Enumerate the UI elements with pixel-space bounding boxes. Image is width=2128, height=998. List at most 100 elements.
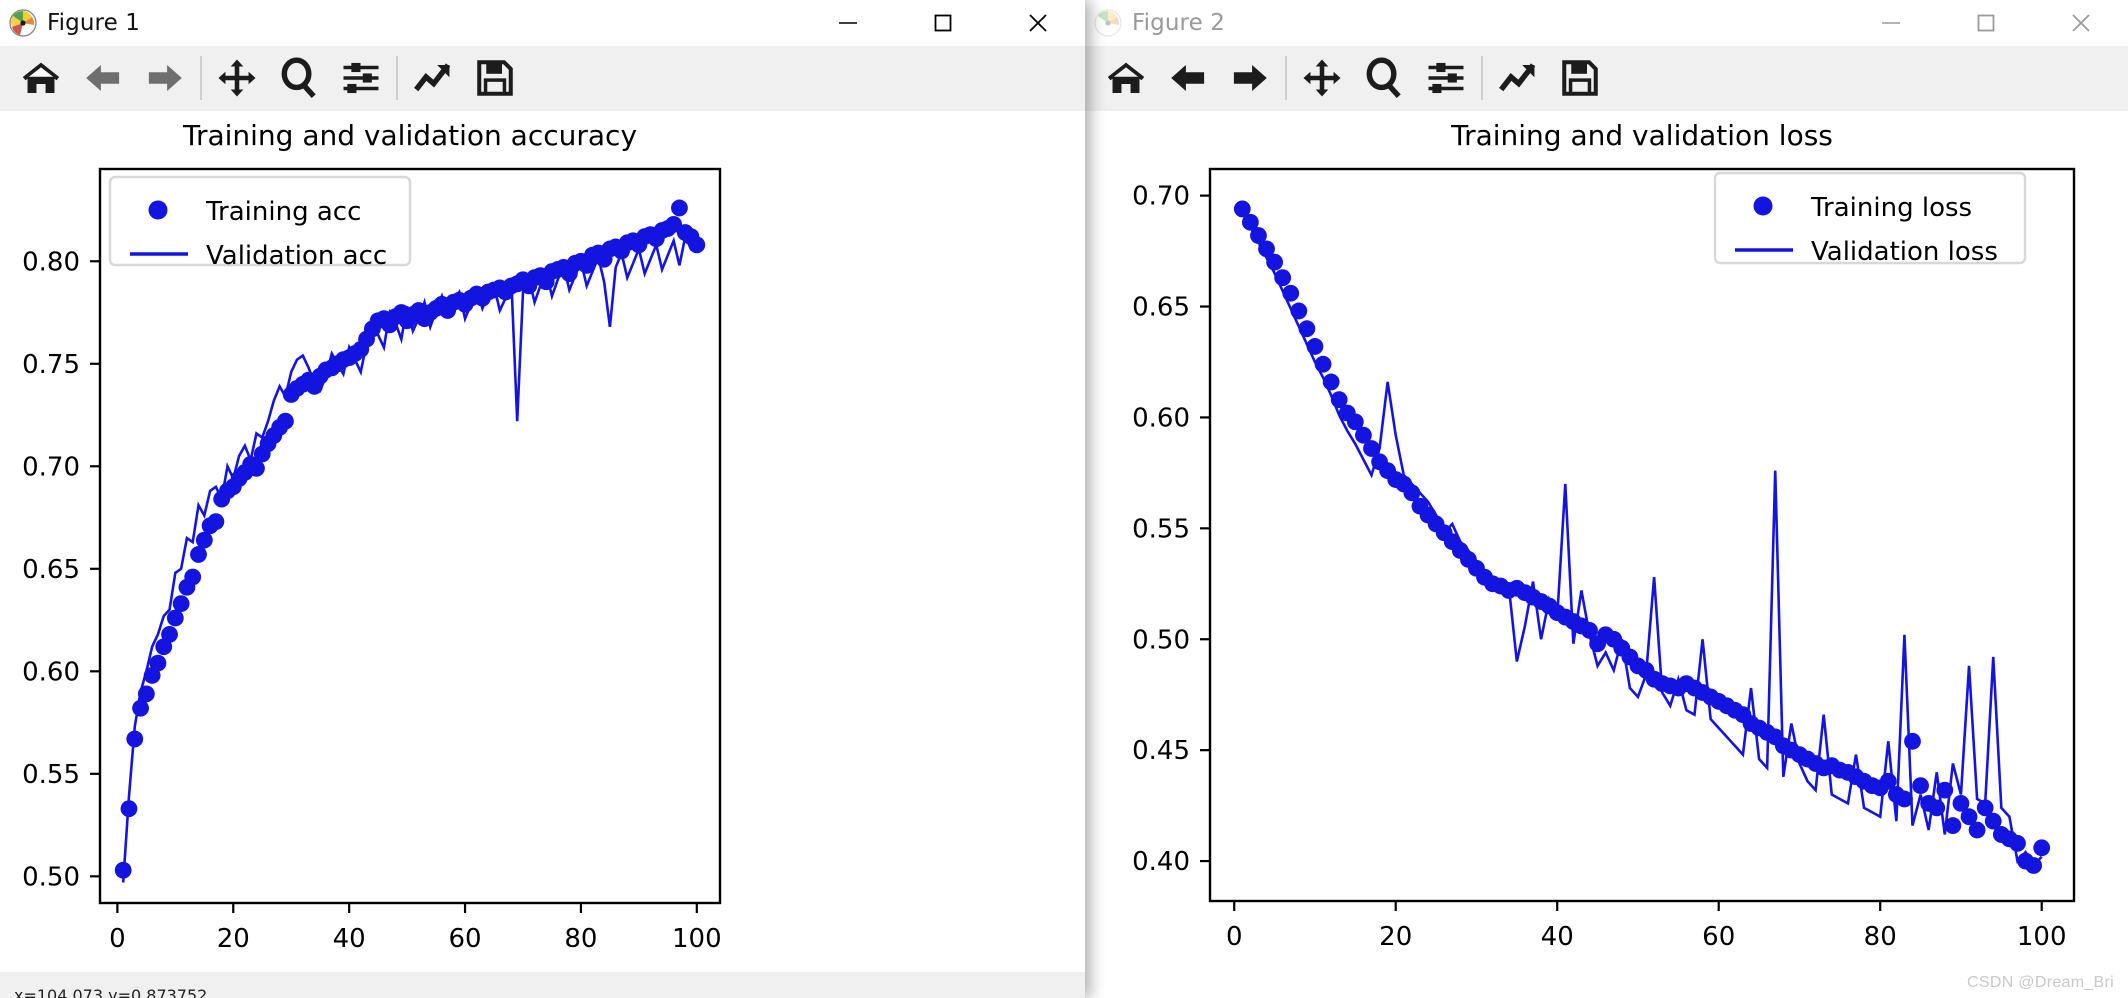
- y-tick-label: 0.50: [22, 862, 80, 892]
- data-point: [1904, 732, 1921, 750]
- x-tick-label: 80: [1864, 922, 1897, 952]
- figure-2-canvas[interactable]: Training and validation loss 0 20 40 60 80 100…: [1085, 111, 2128, 998]
- data-point: [190, 546, 207, 563]
- legend-label: Training acc: [205, 197, 361, 227]
- minimize-icon[interactable]: [1843, 0, 1938, 46]
- x-tick-label: 0: [1226, 922, 1243, 952]
- data-point: [172, 595, 190, 613]
- chart-title: Training and validation accuracy: [182, 119, 637, 152]
- dot-series: [114, 199, 706, 879]
- y-tick-label: 0.60: [22, 657, 80, 687]
- save-button[interactable]: [1549, 48, 1611, 108]
- dot-series: [1233, 200, 2051, 874]
- y-tick-label: 0.65: [1132, 293, 1190, 323]
- x-tick-label: 100: [672, 924, 722, 954]
- figure-2-toolbar[interactable]: [1085, 46, 2128, 111]
- data-point: [195, 531, 213, 549]
- x-tick-label: 40: [1541, 922, 1574, 952]
- x-tick-label: 20: [1379, 922, 1412, 952]
- legend-label: Validation acc: [206, 241, 387, 271]
- toolbar-separator-1: [1285, 56, 1287, 100]
- maximize-icon[interactable]: [1938, 0, 2033, 46]
- toolbar-separator-2: [1481, 56, 1483, 100]
- y-tick-label: 0.75: [22, 350, 80, 380]
- y-tick-label: 0.80: [22, 247, 80, 277]
- pan-button[interactable]: [1291, 48, 1353, 108]
- chart-legend: Training loss Validation loss: [1713, 171, 2027, 267]
- data-point: [184, 568, 202, 586]
- data-point: [166, 609, 184, 627]
- edit-axis-button[interactable]: [402, 48, 464, 108]
- accuracy-plot[interactable]: Training and validation accuracy 0 20 40 60 8…: [0, 111, 1085, 998]
- toolbar-separator-1: [200, 56, 202, 100]
- y-tick-label: 0.65: [22, 555, 80, 585]
- data-point: [1968, 821, 1986, 839]
- x-tick-label: 0: [109, 924, 126, 954]
- home-button[interactable]: [10, 48, 72, 108]
- legend-label: Validation loss: [1811, 237, 1998, 267]
- figure-2-window-controls: [1843, 0, 2128, 46]
- legend-dot-marker: [148, 200, 168, 220]
- data-point: [132, 699, 149, 717]
- data-point: [277, 412, 294, 430]
- line-series: [1241, 210, 2043, 868]
- watermark: CSDN @Dream_Bri: [1967, 974, 2114, 991]
- y-tick-label: 0.40: [1132, 847, 1190, 877]
- y-tick-label: 0.55: [1132, 514, 1190, 544]
- data-point: [149, 654, 167, 672]
- zoom-button[interactable]: [1353, 48, 1415, 108]
- maximize-icon[interactable]: [895, 0, 990, 46]
- data-point: [2033, 839, 2051, 857]
- x-tick-label: 20: [217, 924, 250, 954]
- save-button[interactable]: [464, 48, 526, 108]
- figure-1-window[interactable]: Figure 1 Training and validation accurac…: [0, 0, 1085, 998]
- pan-button[interactable]: [206, 48, 268, 108]
- back-button[interactable]: [1157, 48, 1219, 108]
- figure-1-titlebar[interactable]: Figure 1: [0, 0, 1085, 46]
- toolbar-separator-2: [396, 56, 398, 100]
- cursor-coordinates: x=104.073 y=0.873752: [14, 985, 208, 998]
- y-tick-label: 0.55: [22, 760, 80, 790]
- forward-button[interactable]: [1219, 48, 1281, 108]
- loss-plot[interactable]: Training and validation loss 0 20 40 60 80 100…: [1085, 111, 2128, 998]
- y-tick-label: 0.45: [1132, 736, 1190, 766]
- desktop-root: Figure 1 Training and validation accurac…: [0, 0, 2128, 998]
- figure-2-titlebar[interactable]: Figure 2: [1085, 0, 2128, 46]
- figure-1-canvas[interactable]: Training and validation accuracy 0 20 40 60 8…: [0, 111, 1085, 998]
- data-point: [1912, 777, 1929, 795]
- data-point: [2009, 834, 2026, 852]
- figure-1-statusbar: x=104.073 y=0.873752: [0, 972, 1085, 998]
- home-button[interactable]: [1095, 48, 1157, 108]
- chart-legend: Training acc Validation acc: [108, 175, 412, 271]
- y-tick-label: 0.70: [22, 452, 80, 482]
- configure-subplots-button[interactable]: [330, 48, 392, 108]
- data-point: [671, 199, 688, 217]
- figure-1-title: Figure 1: [47, 10, 140, 36]
- x-tick-label: 60: [448, 924, 481, 954]
- back-button[interactable]: [72, 48, 134, 108]
- matplotlib-icon: [1093, 8, 1123, 38]
- x-tick-label: 80: [564, 924, 597, 954]
- close-icon[interactable]: [990, 0, 1085, 46]
- close-icon[interactable]: [2033, 0, 2128, 46]
- figure-1-window-controls: [800, 0, 1085, 46]
- forward-button[interactable]: [134, 48, 196, 108]
- legend-dot-marker: [1753, 196, 1773, 216]
- zoom-button[interactable]: [268, 48, 330, 108]
- matplotlib-icon: [8, 8, 38, 38]
- y-tick-label: 0.50: [1132, 625, 1190, 655]
- edit-axis-button[interactable]: [1487, 48, 1549, 108]
- x-tick-label: 40: [333, 924, 366, 954]
- data-point: [207, 513, 225, 531]
- minimize-icon[interactable]: [800, 0, 895, 46]
- configure-subplots-button[interactable]: [1415, 48, 1477, 108]
- figure-1-toolbar[interactable]: [0, 46, 1085, 111]
- line-series: [121, 232, 698, 883]
- x-tick-label: 60: [1702, 922, 1735, 952]
- y-tick-label: 0.60: [1132, 403, 1190, 433]
- data-point: [161, 626, 178, 643]
- legend-label: Training loss: [1810, 193, 1972, 223]
- x-tick-label: 100: [2017, 922, 2067, 952]
- chart-title: Training and validation loss: [1450, 119, 1833, 152]
- figure-2-window[interactable]: Figure 2 Training and validation loss 0 …: [1085, 0, 2128, 998]
